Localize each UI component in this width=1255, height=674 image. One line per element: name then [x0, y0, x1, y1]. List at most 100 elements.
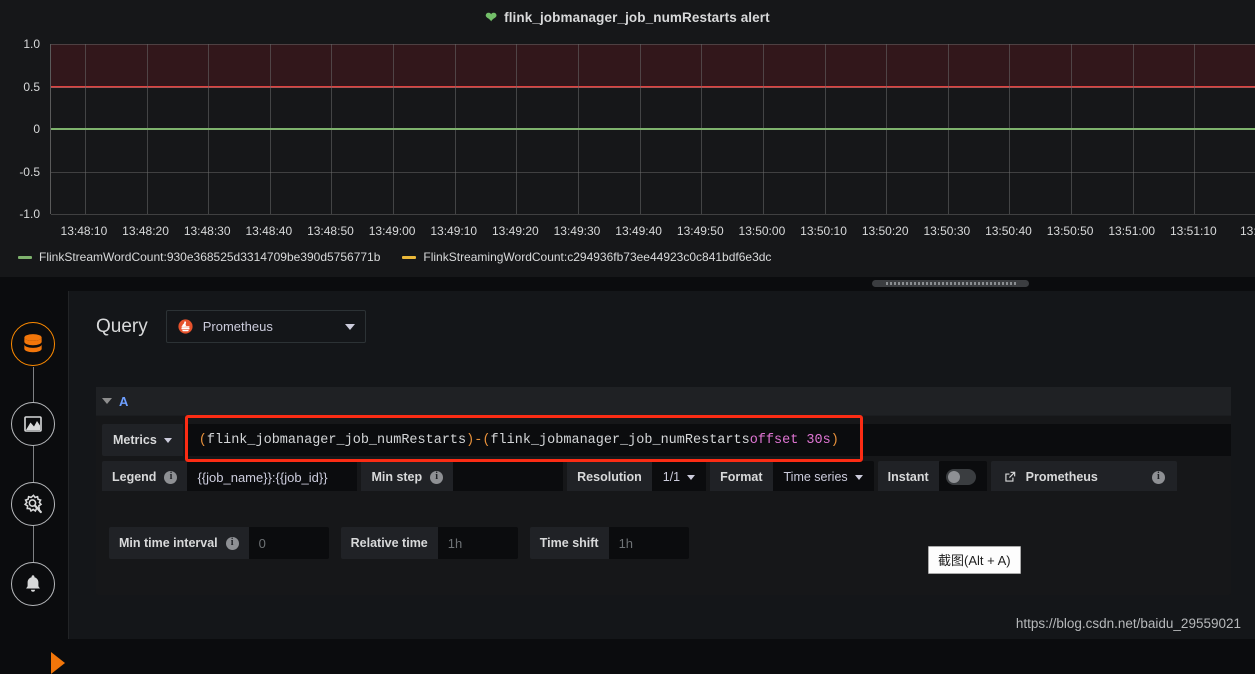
- chevron-down-icon: [345, 324, 355, 330]
- sidebar-item-general[interactable]: [11, 482, 55, 526]
- grip-dot: [1014, 282, 1016, 285]
- expression-token: (: [199, 433, 207, 448]
- resolution-label-wrap: Resolution: [567, 461, 652, 493]
- query-editor: Query Prometheus A Metrics (flink_jobman…: [68, 291, 1255, 639]
- time-shift-label-wrap: Time shift: [530, 527, 609, 559]
- info-icon[interactable]: i: [164, 471, 177, 484]
- grip-dot: [950, 282, 952, 285]
- relative-time-label: Relative time: [351, 536, 428, 550]
- format-value: Time series: [784, 470, 848, 484]
- datasource-picker[interactable]: Prometheus: [166, 310, 366, 343]
- grid-line-horizontal: [51, 214, 1255, 215]
- legend-field: Legend i {{job_name}}:{{job_id}}: [102, 461, 357, 493]
- instant-field: Instant: [878, 461, 987, 493]
- x-axis-tick: 13:48:50: [307, 224, 354, 238]
- legend-label-wrap: Legend i: [102, 461, 187, 493]
- grip-dot: [890, 282, 892, 285]
- min-step-input[interactable]: [453, 461, 563, 493]
- legend-label: Legend: [112, 470, 156, 484]
- grip-dot: [974, 282, 976, 285]
- relative-time-input[interactable]: 1h: [438, 527, 518, 559]
- grip-dot: [954, 282, 956, 285]
- query-header: Query Prometheus: [96, 310, 366, 343]
- grip-dot: [894, 282, 896, 285]
- y-axis: 1.00.50-0.5-1.0: [0, 34, 46, 224]
- min-step-label: Min step: [371, 470, 422, 484]
- grip-dot: [902, 282, 904, 285]
- grip-dot: [962, 282, 964, 285]
- x-axis-tick: 13:50:40: [985, 224, 1032, 238]
- resolution-select[interactable]: 1/1: [652, 461, 706, 493]
- info-icon[interactable]: i: [1152, 471, 1165, 484]
- y-axis-tick: -1.0: [19, 207, 40, 221]
- relative-time-placeholder: 1h: [448, 536, 462, 551]
- watermark: https://blog.csdn.net/baidu_29559021: [1016, 616, 1241, 631]
- info-icon[interactable]: i: [430, 471, 443, 484]
- instant-label-wrap: Instant: [878, 461, 939, 493]
- grip-dot: [978, 282, 980, 285]
- external-link-icon: [1003, 470, 1017, 484]
- expression-token: ): [831, 433, 839, 448]
- database-icon: [20, 331, 46, 357]
- prometheus-logo: [177, 318, 194, 335]
- grip-dot: [910, 282, 912, 285]
- datasource-link[interactable]: Prometheus i: [991, 461, 1177, 493]
- x-axis-tick: 13:50:30: [923, 224, 970, 238]
- grip-dot: [938, 282, 940, 285]
- legend-color-swatch: [18, 256, 32, 259]
- x-axis-tick: 13:49:10: [430, 224, 477, 238]
- grip-dot: [1006, 282, 1008, 285]
- sidebar-item-alert[interactable]: [11, 562, 55, 606]
- info-icon[interactable]: i: [226, 537, 239, 550]
- min-time-interval-input[interactable]: 0: [249, 527, 329, 559]
- min-time-interval-field: Min time interval i 0: [109, 527, 329, 559]
- sidebar-item-visualization[interactable]: [11, 402, 55, 446]
- drag-handle[interactable]: [872, 280, 1029, 287]
- query-expression-input[interactable]: (flink_jobmanager_job_numRestarts )-(fli…: [185, 424, 1231, 456]
- time-shift-label: Time shift: [540, 536, 599, 550]
- gear-wrench-icon: [21, 492, 46, 517]
- legend-item[interactable]: FlinkStreamWordCount:930e368525d3314709b…: [18, 250, 380, 264]
- panel-editor-splitter[interactable]: [0, 277, 1255, 291]
- grip-dot: [946, 282, 948, 285]
- x-axis-tick: 13:49:00: [369, 224, 416, 238]
- legend-input[interactable]: {{job_name}}:{{job_id}}: [187, 461, 357, 493]
- threshold-band: [51, 44, 1255, 87]
- format-label-wrap: Format: [710, 461, 772, 493]
- time-shift-input[interactable]: 1h: [609, 527, 689, 559]
- grip-dot: [918, 282, 920, 285]
- chevron-down-icon[interactable]: [102, 398, 112, 404]
- x-axis: 13:48:1013:48:2013:48:3013:48:4013:48:50…: [0, 224, 1255, 242]
- legend-label: FlinkStreamingWordCount:c294936fb73ee449…: [423, 250, 771, 264]
- grip-dot: [982, 282, 984, 285]
- time-shift-field: Time shift 1h: [530, 527, 689, 559]
- x-axis-tick: 13:50:10: [800, 224, 847, 238]
- page-title: flink_jobmanager_job_numRestarts alert: [504, 10, 770, 25]
- toggle-track: [946, 469, 976, 485]
- instant-toggle[interactable]: [939, 461, 987, 493]
- format-select[interactable]: Time series: [773, 461, 874, 493]
- datasource-name: Prometheus: [203, 319, 273, 334]
- format-label: Format: [720, 470, 762, 484]
- min-step-field: Min step i: [361, 461, 563, 493]
- x-axis-tick: 13:48:40: [245, 224, 292, 238]
- chart-area-icon: [21, 412, 45, 436]
- grip-dot: [922, 282, 924, 285]
- grip-dot: [926, 282, 928, 285]
- y-axis-tick: 0.5: [23, 80, 40, 94]
- panel-title-wrap[interactable]: ❤ flink_jobmanager_job_numRestarts alert: [485, 10, 769, 25]
- sidebar-item-query[interactable]: [11, 322, 55, 366]
- grip-dot: [998, 282, 1000, 285]
- query-row-header[interactable]: A: [96, 387, 1231, 416]
- x-axis-tick: 13:48:20: [122, 224, 169, 238]
- format-field: Format Time series: [710, 461, 874, 493]
- bell-icon: [21, 572, 45, 596]
- grip-dot: [970, 282, 972, 285]
- metrics-dropdown[interactable]: Metrics: [102, 424, 183, 456]
- plot-grid: [50, 44, 1255, 214]
- grip-dot: [906, 282, 908, 285]
- legend-item[interactable]: FlinkStreamingWordCount:c294936fb73ee449…: [402, 250, 771, 264]
- resolution-field: Resolution 1/1: [567, 461, 706, 493]
- resolution-value: 1/1: [663, 470, 680, 484]
- relative-time-field: Relative time 1h: [341, 527, 518, 559]
